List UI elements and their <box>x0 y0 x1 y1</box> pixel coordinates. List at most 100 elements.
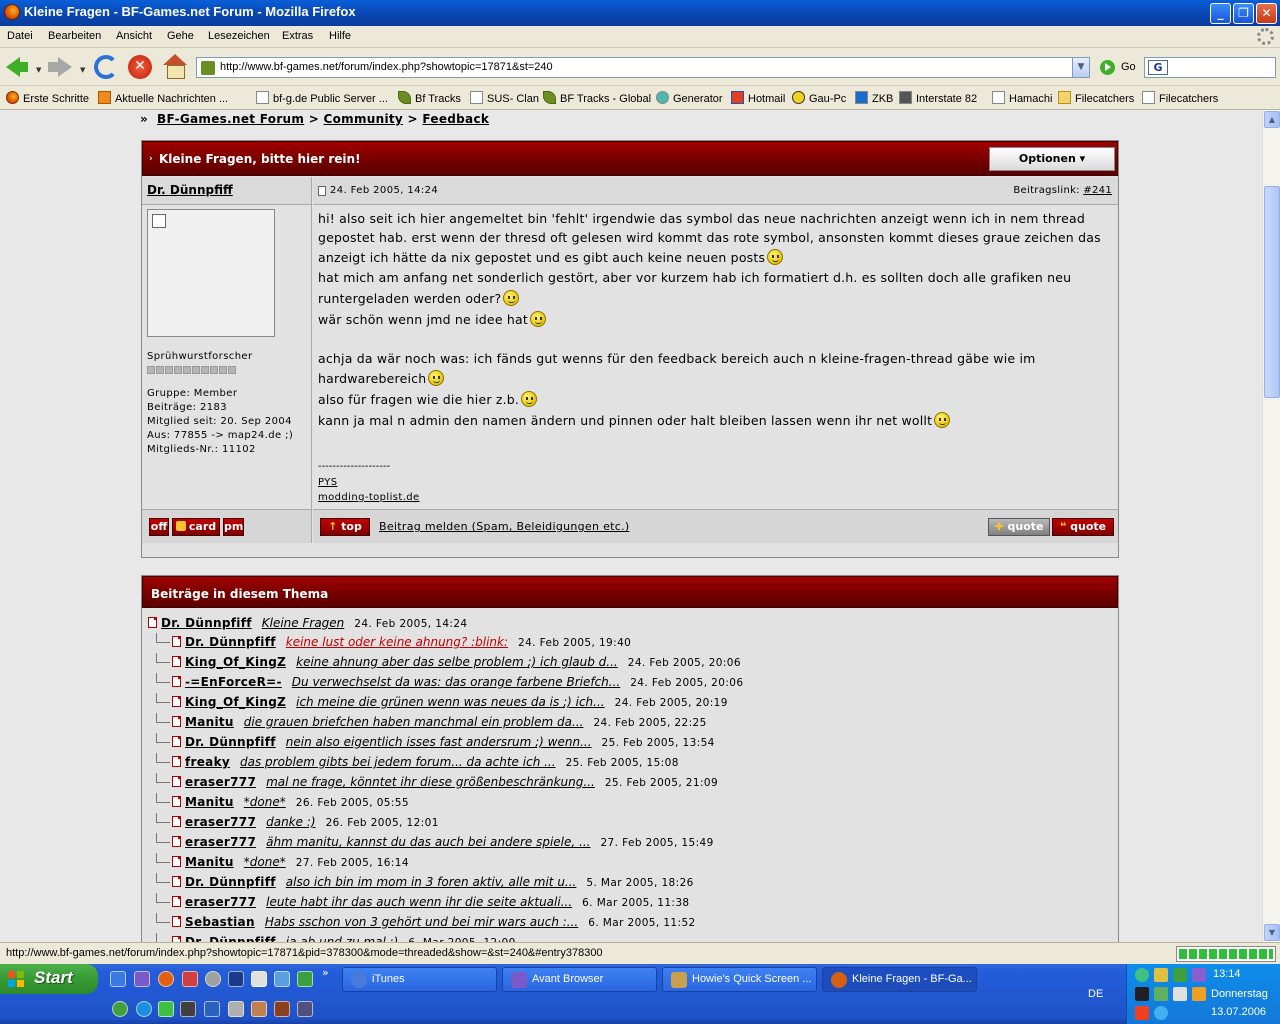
bookmark-item[interactable]: Erste Schritte <box>6 91 89 105</box>
reply-title[interactable]: ja ab und zu mal :) <box>286 935 399 942</box>
reply-author[interactable]: Dr. Dünnpfiff <box>185 935 276 942</box>
table-row[interactable]: Manitu *done* 26. Feb 2005, 05:55 <box>156 793 409 809</box>
tray-search-icon[interactable] <box>1154 1006 1168 1020</box>
bookmark-item[interactable]: Hamachi <box>992 91 1052 105</box>
reply-title[interactable]: keine ahnung aber das selbe problem ;) i… <box>296 655 618 669</box>
task-quick-screen[interactable]: Howie's Quick Screen ... <box>662 967 817 992</box>
reply-author[interactable]: -=EnForceR=- <box>185 675 282 689</box>
tray-messenger-icon[interactable] <box>1173 968 1187 982</box>
tray-steam-icon[interactable] <box>1135 987 1149 1001</box>
bookmark-item[interactable]: BF Tracks - Global <box>543 91 651 105</box>
table-row[interactable]: Manitu die grauen briefchen haben manchma… <box>156 713 707 729</box>
tray-avant-icon[interactable] <box>1192 968 1206 982</box>
breadcrumb-forum[interactable]: BF-Games.net Forum <box>157 112 304 126</box>
signature-link-modding[interactable]: modding-toplist.de <box>318 492 420 503</box>
quicklaunch-search-icon[interactable] <box>136 1001 152 1017</box>
bookmark-item[interactable]: ZKB <box>855 91 893 105</box>
reply-author[interactable]: Dr. Dünnpfiff <box>185 635 276 649</box>
back-history-dropdown-icon[interactable]: ▼ <box>36 66 41 74</box>
forward-arrow-icon[interactable] <box>48 54 74 80</box>
top-button[interactable]: ↑ top <box>320 518 370 536</box>
table-row[interactable]: Sebastian Habs sschon von 3 gehört und be… <box>156 913 696 929</box>
quicklaunch-game-icon[interactable] <box>297 1001 313 1017</box>
report-post-link[interactable]: Beitrag melden (Spam, Beleidigungen etc.… <box>379 520 629 533</box>
scrollbar-thumb[interactable] <box>1264 186 1280 398</box>
multiquote-button[interactable]: ✚ quote <box>988 518 1050 536</box>
bookmark-item[interactable]: Filecatchers <box>1058 91 1134 105</box>
reply-author[interactable]: eraser777 <box>185 895 256 909</box>
reply-title[interactable]: Habs sschon von 3 gehört und bei mir war… <box>265 915 578 929</box>
reply-author[interactable]: Manitu <box>185 795 234 809</box>
back-arrow-icon[interactable] <box>4 54 30 80</box>
quicklaunch-people-icon[interactable] <box>297 971 313 987</box>
quicklaunch-app-icon[interactable] <box>182 971 198 987</box>
task-itunes[interactable]: iTunes <box>342 967 497 992</box>
table-row[interactable]: Dr. Dünnpfiffja ab und zu mal :)6. Mar 2… <box>156 933 516 942</box>
reply-author[interactable]: Dr. Dünnpfiff <box>185 735 276 749</box>
post-author[interactable]: Dr. Dünnpfiff <box>147 183 233 197</box>
reply-title[interactable]: Du verwechselst da was: das orange farbe… <box>292 675 620 689</box>
tray-volume-icon[interactable] <box>1192 987 1206 1001</box>
bookmark-item[interactable]: Filecatchers <box>1142 91 1218 105</box>
task-avant-browser[interactable]: Avant Browser <box>502 967 657 992</box>
table-row[interactable]: King_Of_KingZ keine ahnung aber das selbe… <box>156 653 741 669</box>
quicklaunch-drive-icon[interactable] <box>180 1001 196 1017</box>
table-row[interactable]: -=EnForceR=- Du verwechselst da was: das … <box>156 673 743 689</box>
reply-author[interactable]: eraser777 <box>185 835 256 849</box>
reply-author[interactable]: Dr. Dünnpfiff <box>185 875 276 889</box>
reply-title[interactable]: *done* <box>244 855 286 869</box>
window-titlebar[interactable]: Kleine Fragen - BF-Games.net Forum - Moz… <box>0 0 1280 26</box>
url-bar[interactable]: http://www.bf-games.net/forum/index.php?… <box>196 57 1090 78</box>
google-search-icon[interactable]: G <box>1148 60 1168 75</box>
table-row[interactable]: freaky das problem gibts bei jedem forum.… <box>156 753 679 769</box>
tray-warning-icon[interactable] <box>1154 968 1168 982</box>
reply-title[interactable]: ich meine die grünen wenn was neues da i… <box>296 695 604 709</box>
bookmark-item[interactable]: Interstate 82 <box>899 91 977 105</box>
quicklaunch-avant-icon[interactable] <box>134 971 150 987</box>
language-indicator[interactable]: DE <box>1088 988 1103 1000</box>
reply-title[interactable]: also ich bin im mom in 3 foren aktiv, al… <box>286 875 577 889</box>
reply-author[interactable]: freaky <box>185 755 230 769</box>
home-icon[interactable] <box>162 54 188 80</box>
menu-bearbeiten[interactable]: Bearbeiten <box>48 30 101 42</box>
reply-author[interactable]: Manitu <box>185 855 234 869</box>
go-icon[interactable] <box>1100 60 1115 75</box>
pm-button[interactable]: pm <box>223 518 244 536</box>
quicklaunch-firefox-icon[interactable] <box>158 971 174 987</box>
bookmark-item[interactable]: bf-g.de Public Server ... <box>256 91 388 105</box>
bookmark-item[interactable]: Gau-Pc <box>792 91 846 105</box>
scroll-down-arrow-icon[interactable]: ▼ <box>1264 924 1280 941</box>
reply-author[interactable]: Manitu <box>185 715 234 729</box>
menu-gehe[interactable]: Gehe <box>167 30 194 42</box>
table-row[interactable]: Dr. Dünnpfiff nein also eigentlich isses … <box>156 733 715 749</box>
url-history-dropdown-icon[interactable]: ▼ <box>1072 58 1089 77</box>
breadcrumb-feedback[interactable]: Feedback <box>422 112 489 126</box>
bookmark-item[interactable]: Generator <box>656 91 723 105</box>
menu-lesezeichen[interactable]: Lesezeichen <box>208 30 270 42</box>
quicklaunch-ie-icon[interactable] <box>110 971 126 987</box>
reply-title[interactable]: *done* <box>244 795 286 809</box>
quicklaunch-xbox-icon[interactable] <box>112 1001 128 1017</box>
menu-datei[interactable]: Datei <box>7 30 33 42</box>
table-row[interactable]: eraser777 danke :) 26. Feb 2005, 12:01 <box>156 813 439 829</box>
quicklaunch-more-icon[interactable]: » <box>322 966 329 979</box>
url-input[interactable]: http://www.bf-games.net/forum/index.php?… <box>220 61 553 73</box>
reply-author[interactable]: Dr. Dünnpfiff <box>161 616 252 630</box>
minimize-button[interactable]: _ <box>1210 3 1231 24</box>
go-button[interactable]: Go <box>1121 61 1136 73</box>
table-row[interactable]: Dr. Dünnpfiff keine lust oder keine ahnun… <box>156 633 631 649</box>
quicklaunch-tools-icon[interactable] <box>274 1001 290 1017</box>
quote-button[interactable]: ❝ quote <box>1052 518 1114 536</box>
maximize-button[interactable]: ❐ <box>1233 3 1254 24</box>
reply-title[interactable]: danke :) <box>266 815 315 829</box>
breadcrumb-community[interactable]: Community <box>324 112 404 126</box>
reply-author[interactable]: eraser777 <box>185 775 256 789</box>
quicklaunch-doc-icon[interactable] <box>251 971 267 987</box>
bookmark-item[interactable]: Aktuelle Nachrichten ... <box>98 91 228 105</box>
quicklaunch-disc-icon[interactable] <box>205 971 221 987</box>
reply-title[interactable]: mal ne frage, könntet ihr diese größenbe… <box>266 775 595 789</box>
quicklaunch-green-icon[interactable] <box>158 1001 174 1017</box>
reply-title[interactable]: leute habt ihr das auch wenn ihr die sei… <box>266 895 572 909</box>
menu-hilfe[interactable]: Hilfe <box>329 30 351 42</box>
reload-icon[interactable] <box>94 55 118 79</box>
